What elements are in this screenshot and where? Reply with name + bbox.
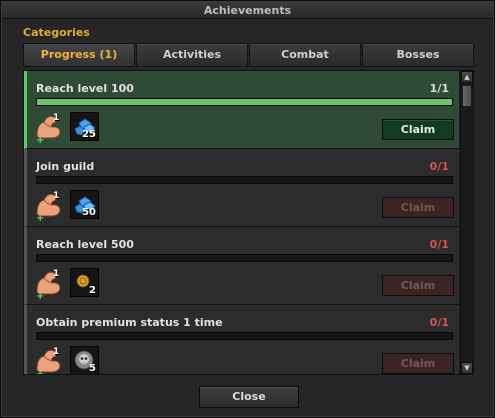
progress-bar bbox=[36, 176, 453, 184]
close-button[interactable]: Close bbox=[199, 386, 299, 408]
category-tabs: Progress (1) Activities Combat Bosses bbox=[23, 43, 474, 67]
reward-quantity: 1 bbox=[53, 113, 60, 123]
reward-quantity: 1 bbox=[53, 347, 60, 357]
scroll-up-button[interactable]: ▲ bbox=[461, 71, 473, 83]
plus-icon: + bbox=[36, 213, 45, 224]
claim-button[interactable]: Claim bbox=[382, 197, 454, 218]
achievement-title: Obtain premium status 1 time bbox=[36, 316, 223, 329]
achievement-item: Obtain premium status 1 time 0/1 1 + 5 C… bbox=[24, 305, 459, 375]
reward-quantity: 1 bbox=[53, 191, 60, 201]
plus-icon: + bbox=[36, 135, 45, 146]
progress-bar bbox=[36, 254, 453, 262]
achievement-item: Reach level 500 0/1 1 + 2 Claim bbox=[24, 227, 459, 305]
achievement-title: Reach level 100 bbox=[36, 82, 134, 95]
achievement-count: 0/1 bbox=[429, 238, 449, 251]
achievement-count: 0/1 bbox=[429, 316, 449, 329]
blue-gem-icon: 25 bbox=[70, 112, 99, 141]
resource-quantity: 5 bbox=[89, 363, 96, 374]
scroll-thumb[interactable] bbox=[462, 85, 472, 107]
achievement-count: 0/1 bbox=[429, 160, 449, 173]
tab-activities[interactable]: Activities bbox=[136, 43, 248, 67]
skull-orb-icon: 5 bbox=[70, 346, 99, 374]
achievement-item: Reach level 100 1/1 1 + 25 Claim bbox=[24, 71, 459, 149]
achievement-title: Join guild bbox=[36, 160, 95, 173]
resource-quantity: 2 bbox=[89, 285, 96, 296]
scroll-down-button[interactable]: ▼ bbox=[461, 362, 473, 374]
achievement-title: Reach level 500 bbox=[36, 238, 134, 251]
tab-combat[interactable]: Combat bbox=[249, 43, 361, 67]
progress-bar bbox=[36, 98, 453, 106]
achievement-list: Reach level 100 1/1 1 + 25 Claim Join gu… bbox=[23, 70, 474, 375]
tab-bosses[interactable]: Bosses bbox=[362, 43, 474, 67]
list-scrollbar[interactable]: ▲ ▼ bbox=[460, 71, 473, 374]
categories-label: Categories bbox=[23, 26, 90, 39]
achievement-item: Join guild 0/1 1 + 50 Claim bbox=[24, 149, 459, 227]
achievement-count: 1/1 bbox=[429, 82, 449, 95]
claim-button[interactable]: Claim bbox=[382, 275, 454, 296]
plus-icon: + bbox=[36, 369, 45, 375]
claim-button[interactable]: Claim bbox=[382, 353, 454, 374]
tab-progress[interactable]: Progress (1) bbox=[23, 43, 135, 67]
progress-fill bbox=[37, 99, 452, 105]
achievements-window: Achievements Categories Progress (1) Act… bbox=[0, 0, 495, 418]
plus-icon: + bbox=[36, 291, 45, 302]
gold-coin-icon: 2 bbox=[70, 268, 99, 297]
resource-quantity: 50 bbox=[82, 207, 96, 218]
claim-button[interactable]: Claim bbox=[382, 119, 454, 140]
resource-quantity: 25 bbox=[82, 129, 96, 140]
blue-gem-icon: 50 bbox=[70, 190, 99, 219]
reward-quantity: 1 bbox=[53, 269, 60, 279]
window-title: Achievements bbox=[2, 2, 493, 19]
progress-bar bbox=[36, 332, 453, 340]
